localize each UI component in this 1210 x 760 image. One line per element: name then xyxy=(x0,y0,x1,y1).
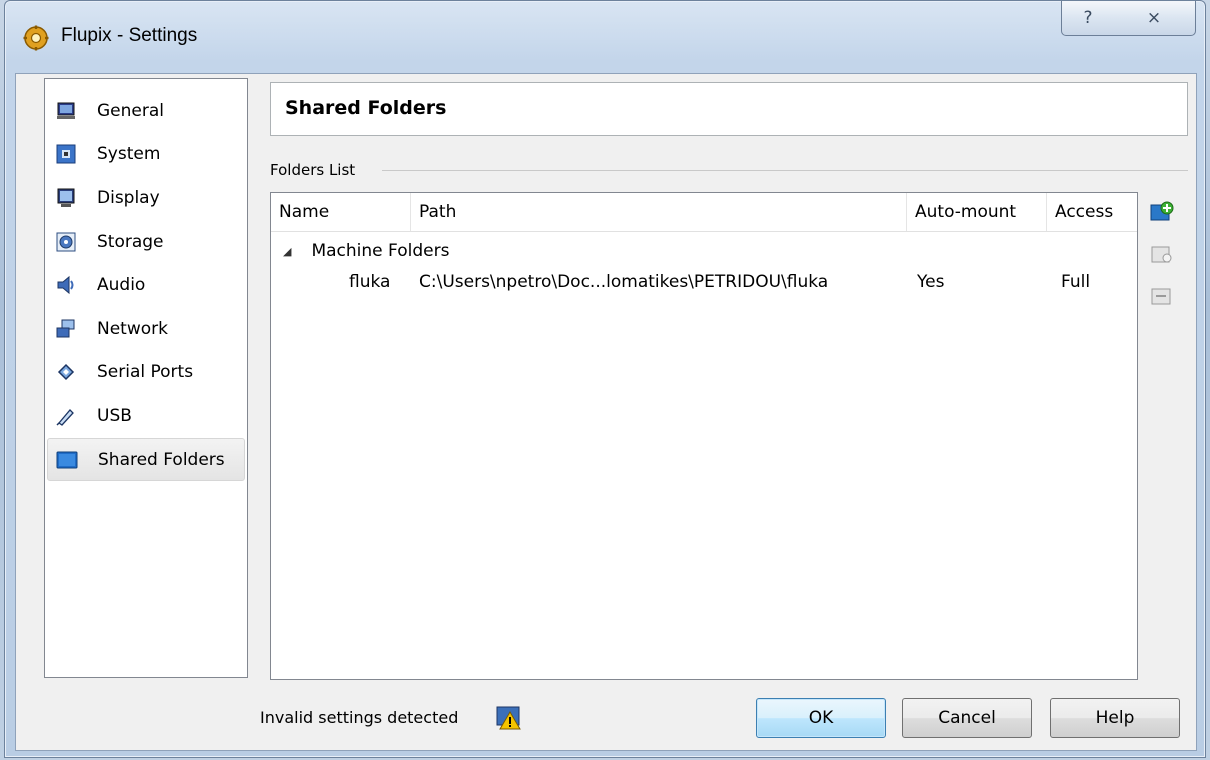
usb-icon xyxy=(55,405,77,427)
remove-folder-button[interactable] xyxy=(1148,282,1176,310)
remove-folder-icon xyxy=(1151,288,1171,305)
group-label: Machine Folders xyxy=(311,241,450,261)
help-caption-button[interactable]: ? xyxy=(1061,1,1115,36)
sidebar-item-shared-folders[interactable]: Shared Folders xyxy=(47,437,245,482)
column-header-access[interactable]: Access xyxy=(1047,193,1135,231)
sidebar-item-general[interactable]: General xyxy=(45,89,247,133)
expand-triangle-icon[interactable]: ◢ xyxy=(283,245,291,258)
sidebar-item-label: Network xyxy=(97,318,168,339)
sidebar-item-label: Shared Folders xyxy=(98,449,225,470)
sidebar-item-label: Storage xyxy=(97,231,164,252)
add-folder-button[interactable] xyxy=(1148,198,1176,226)
close-icon: ⨯ xyxy=(1146,8,1162,28)
settings-window: Flupix - Settings ? ⨯ General System Dis… xyxy=(4,0,1206,758)
title-bar[interactable]: Flupix - Settings ? ⨯ xyxy=(5,1,1205,73)
sidebar-item-storage[interactable]: Storage xyxy=(45,220,247,264)
sidebar-item-label: System xyxy=(97,144,161,165)
speaker-icon xyxy=(55,274,77,296)
help-button[interactable]: Help xyxy=(1050,698,1180,738)
folder-auto-mount: Yes xyxy=(917,272,945,292)
folder-access: Full xyxy=(1061,272,1091,292)
column-header-auto-mount[interactable]: Auto-mount xyxy=(907,193,1047,231)
folders-list-label: Folders List xyxy=(270,161,356,179)
sidebar-item-network[interactable]: Network xyxy=(45,307,247,351)
column-header-name[interactable]: Name xyxy=(271,193,411,231)
network-icon xyxy=(55,318,77,340)
storage-icon xyxy=(55,231,77,253)
sidebar-item-label: General xyxy=(97,100,164,121)
window-title: Flupix - Settings xyxy=(61,25,198,46)
sidebar-item-label: Serial Ports xyxy=(97,362,194,383)
sidebar-item-system[interactable]: System xyxy=(45,133,247,177)
display-icon xyxy=(55,187,77,209)
sidebar-item-serial-ports[interactable]: Serial Ports xyxy=(45,351,247,395)
page-title: Shared Folders xyxy=(285,97,447,119)
machine-folders-group[interactable]: ◢ Machine Folders xyxy=(283,241,449,261)
table-row[interactable]: fluka C:\Users\npetro\Doc...lomatikes\PE… xyxy=(271,267,1137,297)
add-folder-icon xyxy=(1150,201,1174,221)
close-button[interactable]: ⨯ xyxy=(1113,1,1196,36)
serial-port-icon xyxy=(55,361,77,383)
edit-folder-icon xyxy=(1151,246,1172,263)
cancel-button[interactable]: Cancel xyxy=(902,698,1032,738)
status-message: Invalid settings detected xyxy=(260,708,459,727)
folder-path: C:\Users\npetro\Doc...lomatikes\PETRIDOU… xyxy=(419,272,829,292)
group-divider xyxy=(382,170,1188,171)
monitor-icon xyxy=(55,100,77,122)
sidebar-item-audio[interactable]: Audio xyxy=(45,263,247,307)
folder-icon xyxy=(56,449,78,471)
sidebar-item-label: USB xyxy=(97,405,132,426)
sidebar-item-label: Display xyxy=(97,187,160,208)
edit-folder-button[interactable] xyxy=(1148,240,1176,268)
warning-icon[interactable] xyxy=(496,706,524,730)
folder-name: fluka xyxy=(349,272,391,292)
table-header: Name Path Auto-mount Access xyxy=(271,193,1137,232)
page-header: Shared Folders xyxy=(270,82,1188,136)
sidebar-item-display[interactable]: Display xyxy=(45,176,247,220)
sidebar-item-usb[interactable]: USB xyxy=(45,394,247,438)
ok-button[interactable]: OK xyxy=(756,698,886,738)
folder-tools xyxy=(1148,198,1178,324)
folders-table[interactable]: Name Path Auto-mount Access ◢ Machine Fo… xyxy=(270,192,1138,680)
sidebar-item-label: Audio xyxy=(97,275,146,296)
help-icon: ? xyxy=(1083,8,1093,28)
column-header-path[interactable]: Path xyxy=(411,193,907,231)
dialog-client: General System Display Storage Audio Net… xyxy=(15,73,1197,751)
chip-icon xyxy=(55,143,77,165)
settings-nav: General System Display Storage Audio Net… xyxy=(44,78,248,678)
gear-icon xyxy=(23,25,49,51)
